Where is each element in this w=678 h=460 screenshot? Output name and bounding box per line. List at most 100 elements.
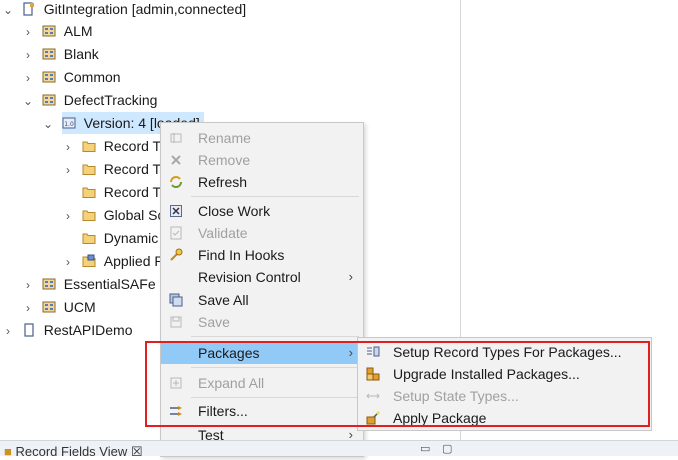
tree-item-record-types-1[interactable]: › Record Ty [62, 135, 167, 157]
tree-item-applied-packages[interactable]: › Applied P [62, 250, 164, 272]
tree-item-label: Applied P [103, 253, 164, 269]
menu-item-refresh[interactable]: Refresh [161, 171, 363, 193]
tree-item-alm[interactable]: › ALM [22, 20, 93, 42]
tree-item-label: DefectTracking [63, 92, 158, 108]
tree-item-dynamic[interactable]: Dynamic [62, 227, 158, 249]
bottom-panel-tabbar: ■ Record Fields View ☒ ▭ ▢ [0, 440, 678, 459]
menu-item-label: Packages [198, 345, 260, 361]
menu-item-label: Save All [198, 292, 249, 308]
submenu-item-setup-state-types[interactable]: Setup State Types... [358, 385, 651, 407]
minimize-icon[interactable]: ▭ [420, 442, 430, 455]
menu-item-packages[interactable]: Packages › [161, 342, 363, 364]
submenu-item-label: Setup Record Types For Packages... [393, 344, 622, 360]
tree-item-defecttracking[interactable]: ⌄ DefectTracking [22, 89, 157, 111]
chevron-right-icon[interactable]: › [62, 159, 74, 181]
schema-icon [42, 278, 56, 290]
chevron-down-icon[interactable]: ⌄ [42, 113, 54, 135]
menu-item-filters[interactable]: Filters... [161, 400, 363, 422]
submenu-item-setup-record-types[interactable]: Setup Record Types For Packages... [358, 341, 651, 363]
tree-item-label: Record Ty [103, 161, 168, 177]
menu-separator [191, 367, 359, 368]
folder-icon [82, 187, 96, 198]
menu-item-label: Rename [198, 130, 251, 146]
chevron-right-icon[interactable]: › [22, 274, 34, 296]
menu-item-rename[interactable]: Rename [161, 127, 363, 149]
tree-root-row[interactable]: ⌄ GitIntegration [admin,connected] [2, 0, 246, 20]
tree-item-label: Record Ty [103, 138, 168, 154]
repository-icon [23, 2, 34, 16]
menu-item-label: Remove [198, 152, 251, 168]
find-in-hooks-icon [170, 248, 183, 261]
close-work-icon [170, 205, 182, 217]
menu-item-find-in-hooks[interactable]: Find In Hooks [161, 244, 363, 266]
chevron-right-icon[interactable]: › [62, 205, 74, 227]
tree-item-label: Global Sc [103, 207, 165, 223]
package-folder-icon [82, 254, 96, 267]
menu-item-save-all[interactable]: Save All [161, 289, 363, 311]
menu-separator [191, 196, 359, 197]
folder-icon [82, 141, 96, 152]
chevron-right-icon[interactable]: › [2, 320, 14, 342]
schema-icon [42, 94, 56, 106]
tree-item-label: ALM [63, 23, 93, 39]
save-icon [170, 316, 182, 328]
tree-item-label: Dynamic [103, 230, 159, 246]
rename-icon [170, 133, 182, 143]
tree-item-restapidemo[interactable]: › RestAPIDemo [2, 319, 132, 341]
menu-item-remove[interactable]: Remove [161, 149, 363, 171]
schema-icon [42, 71, 56, 83]
menu-item-label: Filters... [198, 403, 248, 419]
menu-item-label: Validate [198, 225, 248, 241]
tree-item-label: UCM [63, 299, 96, 315]
tree-root-label: GitIntegration [admin,connected] [43, 1, 247, 17]
menu-item-label: Close Work [198, 203, 271, 219]
chevron-down-icon[interactable]: ⌄ [22, 90, 34, 112]
menu-item-label: Expand All [198, 375, 265, 391]
repository-icon [24, 323, 34, 337]
submenu-arrow-icon: › [348, 269, 353, 284]
menu-item-revision-control[interactable]: Revision Control › [161, 266, 363, 288]
packages-submenu: Setup Record Types For Packages... Upgra… [357, 337, 652, 431]
context-menu: Rename Remove Refresh Close Work Validat… [160, 122, 364, 457]
menu-item-label: Find In Hooks [198, 247, 285, 263]
tree-item-blank[interactable]: › Blank [22, 43, 99, 65]
submenu-item-label: Setup State Types... [393, 388, 519, 404]
refresh-icon [170, 176, 182, 188]
validate-icon [170, 226, 182, 240]
chevron-down-icon[interactable]: ⌄ [2, 0, 14, 21]
tab-record-fields-view[interactable]: ■ Record Fields View ☒ [4, 444, 143, 460]
close-icon[interactable]: ☒ [131, 444, 143, 459]
chevron-right-icon[interactable]: › [22, 21, 34, 43]
tree-item-global-scripts[interactable]: › Global Sc [62, 204, 164, 226]
tree-item-ucm[interactable]: › UCM [22, 296, 96, 318]
menu-item-expand-all[interactable]: Expand All [161, 372, 363, 394]
menu-separator [191, 397, 359, 398]
tree-item-label: Record Ty [103, 184, 168, 200]
folder-icon [82, 164, 96, 175]
maximize-icon[interactable]: ▢ [442, 442, 452, 455]
tree-item-record-types-2[interactable]: › Record Ty [62, 158, 167, 180]
tree-item-label: Common [63, 69, 121, 85]
chevron-right-icon[interactable]: › [22, 67, 34, 89]
submenu-item-upgrade-packages[interactable]: Upgrade Installed Packages... [358, 363, 651, 385]
chevron-right-icon[interactable]: › [22, 44, 34, 66]
menu-item-validate[interactable]: Validate [161, 222, 363, 244]
submenu-arrow-icon: › [348, 345, 353, 360]
tree-item-label: EssentialSAFe [63, 276, 156, 292]
chevron-right-icon[interactable]: › [62, 136, 74, 158]
chevron-right-icon[interactable]: › [22, 297, 34, 319]
save-all-icon [169, 293, 183, 307]
menu-separator [191, 336, 359, 337]
submenu-item-apply-package[interactable]: Apply Package [358, 407, 651, 429]
tree-item-common[interactable]: › Common [22, 66, 121, 88]
menu-item-save[interactable]: Save [161, 311, 363, 333]
menu-item-close-work[interactable]: Close Work [161, 200, 363, 222]
tree-item-essentialsafe[interactable]: › EssentialSAFe [22, 273, 156, 295]
apply-package-icon [366, 411, 380, 425]
schema-icon [42, 25, 56, 37]
schema-icon [42, 301, 56, 313]
submenu-item-label: Apply Package [393, 410, 487, 426]
folder-icon [82, 210, 96, 221]
tree-item-record-types-3[interactable]: Record Ty [62, 181, 167, 203]
chevron-right-icon[interactable]: › [62, 251, 74, 273]
